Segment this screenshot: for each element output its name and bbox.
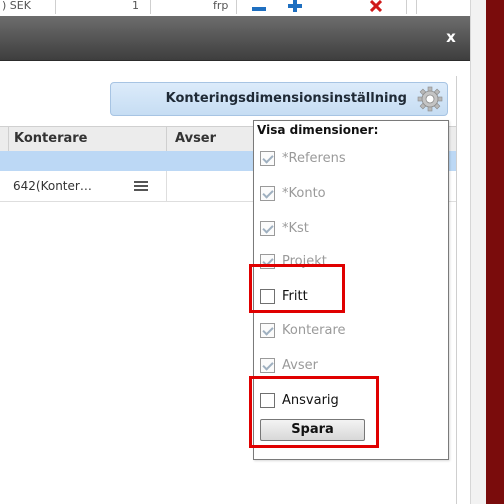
background-unit: frp <box>213 0 229 12</box>
divider <box>406 0 407 14</box>
list-icon[interactable] <box>134 180 148 192</box>
plus-icon[interactable] <box>288 0 302 12</box>
option-label: *Referens <box>282 151 346 166</box>
konterare-checkbox <box>260 323 275 338</box>
annotation-highlight-ansvarig <box>249 376 379 448</box>
dimension-settings-label: Konteringsdimensionsinställning <box>165 91 407 106</box>
minus-icon[interactable] <box>252 2 266 11</box>
delete-icon[interactable] <box>369 0 383 13</box>
column-header-konterare[interactable]: Konterare <box>14 131 87 146</box>
background-row: ) SEK 1 frp <box>0 0 470 16</box>
annotation-highlight-fritt <box>249 264 345 313</box>
option-konto: *Konto <box>260 184 440 204</box>
column-divider <box>166 127 167 151</box>
column-header-avser[interactable]: Avser <box>175 131 216 146</box>
option-kst: *Kst <box>260 219 440 239</box>
option-label: *Kst <box>282 221 309 236</box>
gear-icon[interactable] <box>417 86 443 112</box>
divider <box>55 0 56 14</box>
dialog-titlebar: x <box>0 16 470 61</box>
konterare-cell: 642(Konter… <box>13 179 92 193</box>
close-button[interactable]: x <box>444 30 458 45</box>
background-scroll-area <box>470 0 487 504</box>
option-referens: *Referens <box>260 149 440 169</box>
background-qty: 1 <box>132 0 139 12</box>
option-label: Konterare <box>282 323 346 338</box>
konto-checkbox <box>260 186 275 201</box>
option-label: *Konto <box>282 186 326 201</box>
side-panel <box>486 0 504 504</box>
option-label: Avser <box>282 358 318 373</box>
avser-checkbox <box>260 358 275 373</box>
dropdown-title: Visa dimensioner: <box>257 123 379 137</box>
divider <box>236 0 237 14</box>
dialog-border <box>456 76 457 504</box>
referens-checkbox <box>260 151 275 166</box>
divider <box>416 0 417 14</box>
divider <box>150 0 151 14</box>
dimension-settings-button[interactable]: Konteringsdimensionsinställning <box>110 82 448 116</box>
column-divider <box>8 127 9 151</box>
background-currency: ) SEK <box>2 0 31 12</box>
option-konterare: Konterare <box>260 321 440 341</box>
column-divider <box>166 171 167 201</box>
option-avser: Avser <box>260 356 440 376</box>
kst-checkbox <box>260 221 275 236</box>
